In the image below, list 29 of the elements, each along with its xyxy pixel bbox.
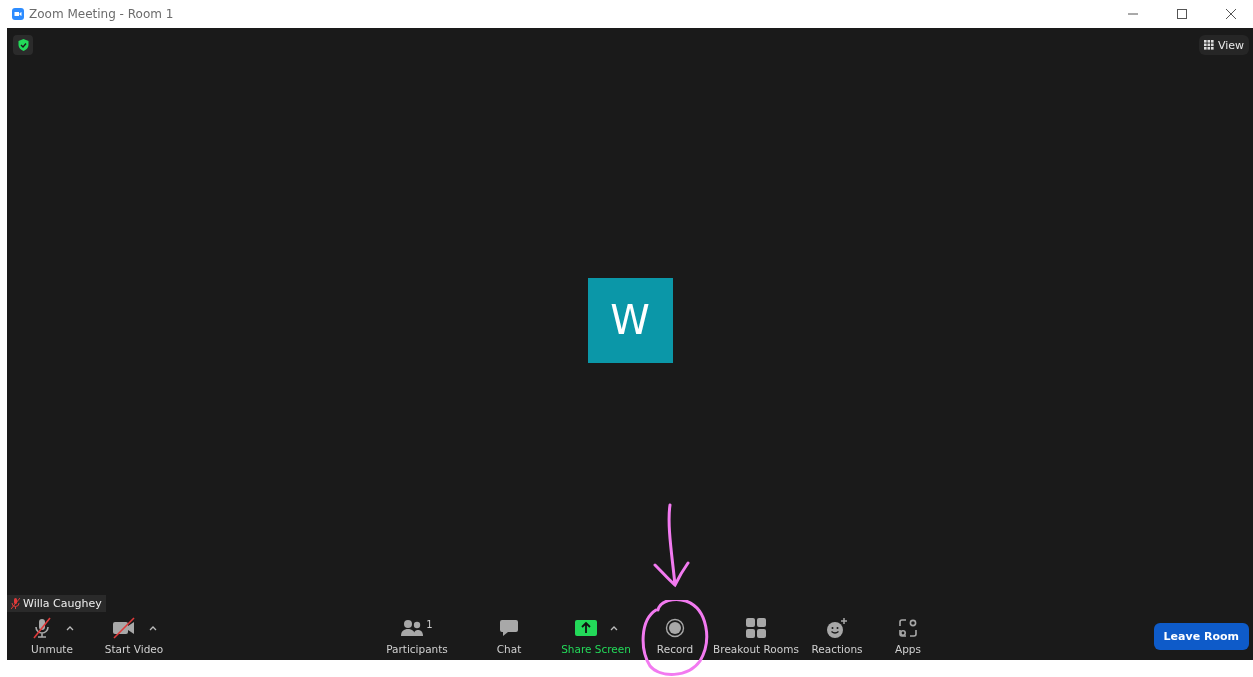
record-icon xyxy=(665,618,685,638)
camera-logo-icon xyxy=(12,8,24,20)
apps-icon xyxy=(898,618,918,638)
caret-icon[interactable] xyxy=(148,625,157,631)
view-button[interactable]: View xyxy=(1198,35,1249,55)
grid-icon xyxy=(1203,40,1214,50)
share-button[interactable]: Share Screen xyxy=(555,617,637,655)
people-icon xyxy=(401,619,424,637)
maximize-icon xyxy=(1177,9,1187,19)
smiley-icon xyxy=(826,617,848,639)
close-icon xyxy=(1226,9,1236,19)
participant-name: Willa Caughey xyxy=(23,597,102,610)
apps-button[interactable]: Apps xyxy=(875,617,941,655)
reactions-button[interactable]: Reactions xyxy=(799,617,875,655)
video-button[interactable]: Start Video xyxy=(91,617,177,655)
record-button[interactable]: Record xyxy=(637,617,713,655)
breakout-button[interactable]: Breakout Rooms xyxy=(713,617,799,655)
window-title: Zoom Meeting - Room 1 xyxy=(29,7,175,21)
participant-count: 1 xyxy=(426,618,433,630)
speech-bubble-icon xyxy=(499,619,519,637)
mic-button[interactable]: Unmute xyxy=(13,617,91,655)
participant-avatar: W xyxy=(587,277,673,363)
participants-button[interactable]: 1 Participants xyxy=(371,617,463,655)
caret-icon[interactable] xyxy=(65,625,74,631)
grid-icon xyxy=(746,618,766,638)
caret-icon[interactable] xyxy=(609,625,618,631)
security-shield-icon[interactable] xyxy=(13,35,33,55)
leave-room-button[interactable]: Leave Room xyxy=(1153,622,1249,650)
chat-button[interactable]: Chat xyxy=(463,617,555,655)
